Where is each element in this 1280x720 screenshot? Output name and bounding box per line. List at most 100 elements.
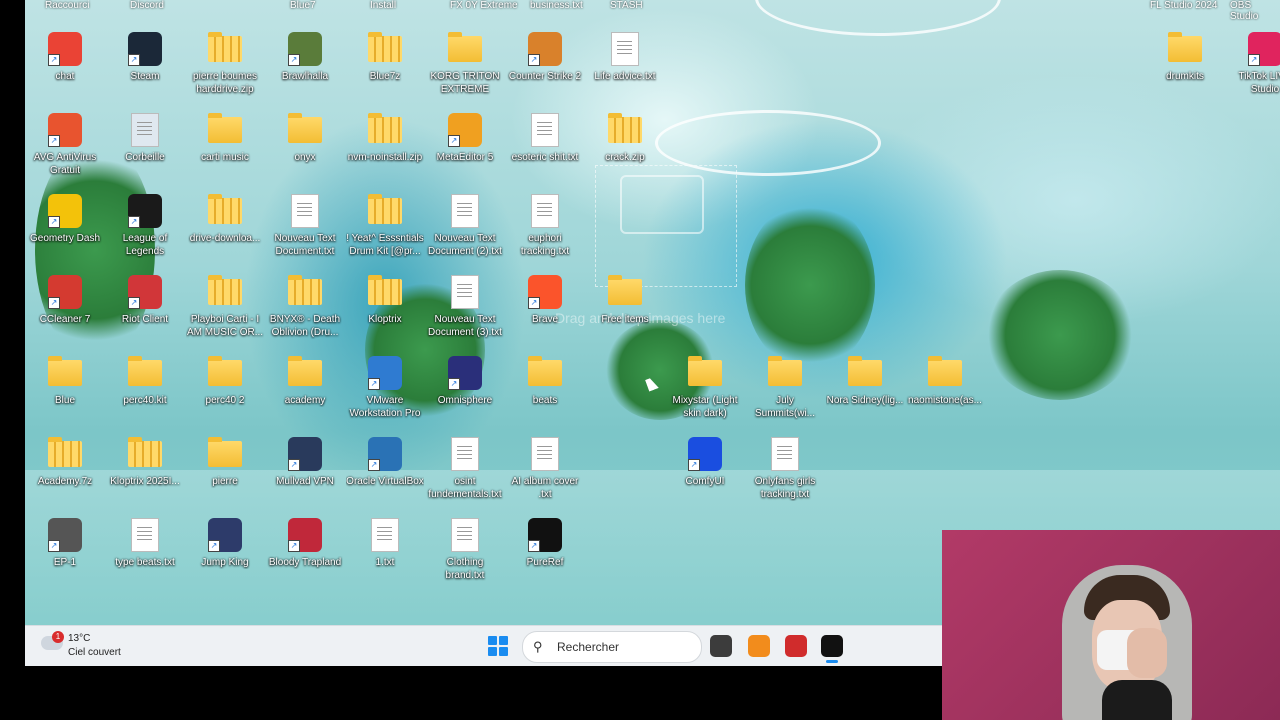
- zip-folder-icon: [48, 437, 82, 471]
- desktop-icon[interactable]: onyx: [266, 113, 344, 164]
- desktop-icon[interactable]: Nouveau Text Document.txt: [266, 194, 344, 258]
- desktop-icon[interactable]: Kloptrix: [346, 275, 424, 326]
- desktop-icon[interactable]: ↗ AVG AntiVirus Gratuit: [26, 113, 104, 177]
- partial-icon-label[interactable]: OBS Studio: [1230, 0, 1280, 22]
- start-button[interactable]: [488, 636, 508, 656]
- desktop-icon[interactable]: KORG TRITON EXTREME v1.0...: [426, 32, 504, 96]
- app-icon: ↗: [688, 437, 722, 471]
- desktop-icon[interactable]: Mixystar (Light skin dark): [666, 356, 744, 420]
- desktop-icon[interactable]: ↗ Counter Strike 2: [506, 32, 584, 83]
- desktop-icon[interactable]: ↗ Steam: [106, 32, 184, 83]
- shortcut-arrow-icon: ↗: [48, 135, 60, 147]
- desktop-icon[interactable]: esoteric shit.txt: [506, 113, 584, 164]
- taskbar: 1 13°C Ciel couvert ⚲ Rechercher: [25, 625, 942, 666]
- folder-icon: [688, 356, 722, 390]
- desktop-icon[interactable]: academy: [266, 356, 344, 407]
- shortcut-arrow-icon: ↗: [688, 459, 700, 471]
- desktop-icon-label: drive-downloa...: [189, 233, 261, 244]
- desktop-icon[interactable]: Blue: [26, 356, 104, 407]
- desktop-icon[interactable]: beats: [506, 356, 584, 407]
- desktop-icon[interactable]: carti music: [186, 113, 264, 164]
- desktop-icon-label: Brave: [531, 314, 559, 325]
- partial-icon-label[interactable]: Raccourci: [45, 0, 89, 18]
- app-icon: ↗: [288, 437, 322, 471]
- desktop-icon[interactable]: ! Yeat^ Esssntials Drum Kit [@pr...: [346, 194, 424, 258]
- taskbar-app-davinci[interactable]: [785, 635, 807, 657]
- desktop-icon[interactable]: BNYX® - Death Oblivion (Dru...: [266, 275, 344, 339]
- partial-icon-label[interactable]: Blue7: [290, 0, 316, 18]
- desktop-icon-label: BNYX® - Death Oblivion (Dru...: [269, 314, 341, 338]
- desktop-icon[interactable]: ↗ chat: [26, 32, 104, 83]
- desktop-icon[interactable]: Corbeille: [106, 113, 184, 164]
- desktop-icon[interactable]: ↗ Bloody Trapland: [266, 518, 344, 569]
- desktop-icon[interactable]: ↗ ComfyUI: [666, 437, 744, 488]
- weather-widget[interactable]: 1 13°C Ciel couvert: [41, 630, 161, 662]
- desktop-icon[interactable]: ↗ Omnisphere: [426, 356, 504, 407]
- desktop-icon[interactable]: Nouveau Text Document (3).txt: [426, 275, 504, 339]
- desktop-icon[interactable]: ↗ TikTok LIVE Studio: [1226, 32, 1280, 96]
- desktop-icon[interactable]: ↗ CCleaner 7: [26, 275, 104, 326]
- desktop-icon[interactable]: Life advice.txt: [586, 32, 664, 83]
- desktop-icon[interactable]: euphori tracking.txt: [506, 194, 584, 258]
- shortcut-arrow-icon: ↗: [368, 378, 380, 390]
- desktop-icon[interactable]: drive-downloa...: [186, 194, 264, 245]
- folder-icon: [848, 356, 882, 390]
- desktop-icon[interactable]: ↗ Brawlhalla: [266, 32, 344, 83]
- taskbar-app-file-explorer[interactable]: [710, 635, 732, 657]
- partial-icon-label[interactable]: Discord: [130, 0, 164, 18]
- desktop-icon[interactable]: pierre: [186, 437, 264, 488]
- desktop-icon-label: carti music: [201, 152, 249, 163]
- desktop-icon[interactable]: type beats.txt: [106, 518, 184, 569]
- desktop-icon[interactable]: Clothing brand.txt: [426, 518, 504, 582]
- partial-icon-label[interactable]: business.txt: [530, 0, 583, 18]
- desktop-icon-label: pierre: [212, 476, 238, 487]
- taskbar-app-fl-studio[interactable]: [748, 635, 770, 657]
- partial-icon-label[interactable]: STASH: [610, 0, 643, 18]
- desktop-icon[interactable]: ↗ Geometry Dash: [26, 194, 104, 245]
- desktop-icon[interactable]: pierre boumes harddrive.zip: [186, 32, 264, 96]
- desktop-icon[interactable]: ↗ Oracle VirtualBox: [346, 437, 424, 488]
- partial-icon-label[interactable]: Install: [370, 0, 396, 18]
- desktop-icon[interactable]: ↗ EP-1: [26, 518, 104, 569]
- desktop-icon-label: Geometry Dash: [29, 233, 101, 244]
- desktop-icon[interactable]: AI album cover .txt: [506, 437, 584, 501]
- desktop-icon[interactable]: ↗ PureRef: [506, 518, 584, 569]
- desktop-icon[interactable]: Kloptrix 2025I...: [106, 437, 184, 488]
- desktop-icon[interactable]: ↗ Brave: [506, 275, 584, 326]
- partial-icon-label[interactable]: FL Studio 2024: [1150, 0, 1217, 18]
- app-icon: ↗: [528, 32, 562, 66]
- desktop-icon[interactable]: ↗ VMware Workstation Pro: [346, 356, 424, 420]
- desktop-icon[interactable]: crack.zip: [586, 113, 664, 164]
- desktop-icon[interactable]: ↗ MetaEditor 5: [426, 113, 504, 164]
- desktop-icon-label: AI album cover .txt: [511, 476, 579, 500]
- desktop-icon[interactable]: osint fundementals.txt: [426, 437, 504, 501]
- desktop-icon[interactable]: drumkits: [1146, 32, 1224, 83]
- desktop-icon[interactable]: Playboi Carti - I AM MUSIC OR...: [186, 275, 264, 339]
- taskbar-search[interactable]: ⚲ Rechercher: [522, 631, 702, 663]
- desktop-icon[interactable]: perc40 2: [186, 356, 264, 407]
- desktop-icon[interactable]: Nouveau Text Document (2).txt: [426, 194, 504, 258]
- app-icon: ↗: [368, 437, 402, 471]
- desktop-icon[interactable]: perc40.kit: [106, 356, 184, 407]
- desktop-icon[interactable]: Blue7z: [346, 32, 424, 83]
- recycle-bin-icon: [128, 113, 162, 147]
- desktop-icon[interactable]: July Summits(wi...: [746, 356, 824, 420]
- desktop-icon[interactable]: ↗ Riot Client: [106, 275, 184, 326]
- app-icon: ↗: [448, 113, 482, 147]
- desktop-icon[interactable]: naomistone(as...: [906, 356, 984, 407]
- desktop-icon[interactable]: ↗ Jump King: [186, 518, 264, 569]
- partial-icon-label[interactable]: FX 0Y Extreme: [450, 0, 518, 18]
- desktop-icon-label: Oracle VirtualBox: [346, 476, 424, 487]
- app-icon: ↗: [528, 275, 562, 309]
- desktop-icon[interactable]: ↗ Mullvad VPN: [266, 437, 344, 488]
- desktop-icon[interactable]: nvm-noinstall.zip: [346, 113, 424, 164]
- desktop-icon[interactable]: ↗ League of Legends: [106, 194, 184, 258]
- desktop-icon[interactable]: Onlyfans girls tracking.txt: [746, 437, 824, 501]
- desktop-icon[interactable]: Academy.7z: [26, 437, 104, 488]
- taskbar-app-pureref[interactable]: [821, 635, 843, 663]
- desktop-icon[interactable]: Nora Sidney(lig...: [826, 356, 904, 407]
- desktop-icon-label: Counter Strike 2: [508, 71, 582, 82]
- text-file-icon: [448, 437, 482, 471]
- desktop-icon[interactable]: 1.txt: [346, 518, 424, 569]
- desktop-icon[interactable]: Free items: [586, 275, 664, 326]
